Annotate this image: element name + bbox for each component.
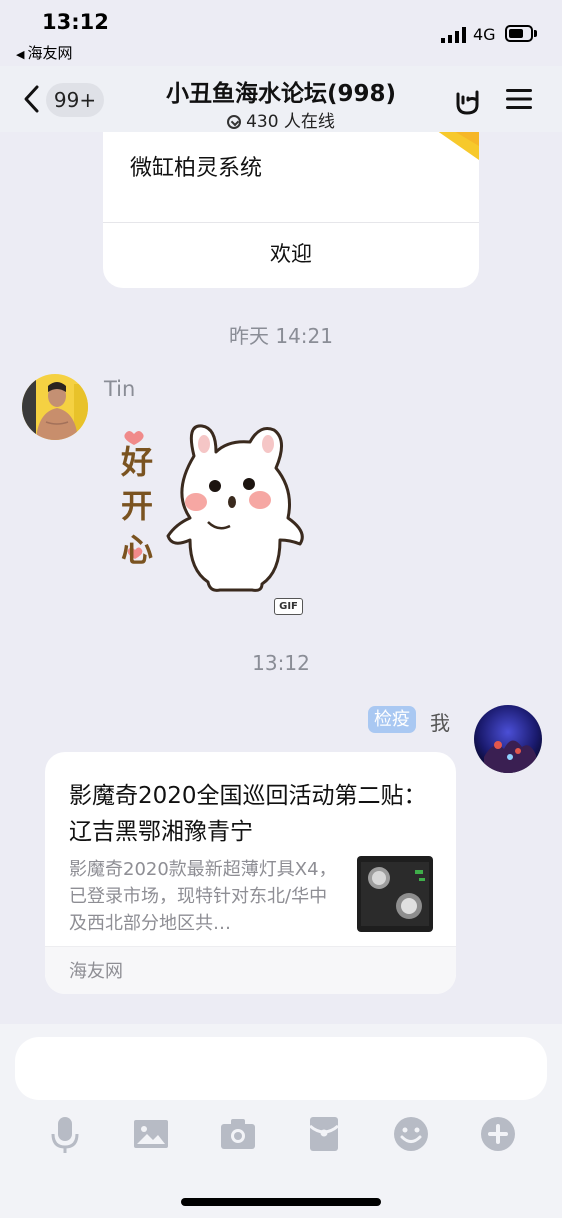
back-app-label: 海友网 xyxy=(27,44,73,62)
avatar[interactable] xyxy=(22,374,88,440)
microphone-icon[interactable] xyxy=(45,1114,85,1154)
home-indicator[interactable] xyxy=(181,1198,381,1206)
my-avatar[interactable] xyxy=(474,705,542,773)
share-link-card[interactable]: 影魔奇2020全国巡回活动第二贴： 辽吉黑鄂湘豫青宁 影魔奇2020款最新超薄灯… xyxy=(45,752,456,994)
camera-icon[interactable] xyxy=(218,1114,258,1154)
share-thumbnail xyxy=(357,856,433,932)
share-footer: 海友网 xyxy=(45,946,456,994)
status-time: 13:12 xyxy=(42,10,109,34)
timestamp: 13:12 xyxy=(252,651,310,675)
red-packet-icon[interactable] xyxy=(304,1114,344,1154)
sticker-char: 开 xyxy=(120,487,153,525)
sender-name: Tin xyxy=(104,377,136,401)
menu-icon[interactable] xyxy=(505,87,533,111)
plus-icon[interactable] xyxy=(478,1114,518,1154)
checkin-card-title: 微缸柏灵系统 xyxy=(130,156,263,181)
corner-ribbon xyxy=(438,132,479,160)
card-divider xyxy=(103,222,479,223)
welcome-button[interactable]: 欢迎 xyxy=(103,238,479,268)
sender-name: 我 xyxy=(430,711,450,735)
emoji-icon[interactable] xyxy=(391,1114,431,1154)
battery-tip xyxy=(534,30,537,37)
online-count: 430 人在线 xyxy=(246,112,335,132)
image-icon[interactable] xyxy=(131,1114,171,1154)
battery-icon xyxy=(505,25,533,42)
gif-badge: GIF xyxy=(274,598,303,615)
share-description: 影魔奇2020款最新超薄灯具X4，已登录市场，现特针对东北/华中及西北部分地区共… xyxy=(69,859,337,934)
timestamp: 昨天 14:21 xyxy=(229,324,333,348)
signal-icon xyxy=(441,27,466,43)
back-to-app-link[interactable]: ◀ 海友网 xyxy=(16,42,72,63)
sticker-char: 心 xyxy=(120,531,153,569)
share-title: 影魔奇2020全国巡回活动第二贴： 辽吉黑鄂湘豫青宁 xyxy=(69,783,427,845)
sticker-char: 好 xyxy=(120,443,153,481)
back-triangle-icon: ◀ xyxy=(16,48,25,61)
sticker-text: 好 开 心 xyxy=(112,440,162,572)
network-type: 4G xyxy=(473,25,496,44)
message-input[interactable] xyxy=(15,1037,547,1100)
share-source: 海友网 xyxy=(69,961,123,982)
rock-hand-icon[interactable] xyxy=(452,84,484,116)
checkin-card[interactable]: 微缸柏灵系统 欢迎 xyxy=(103,132,479,288)
chevron-circle-icon xyxy=(227,115,242,129)
member-tag-badge: 检疫 xyxy=(368,706,416,733)
